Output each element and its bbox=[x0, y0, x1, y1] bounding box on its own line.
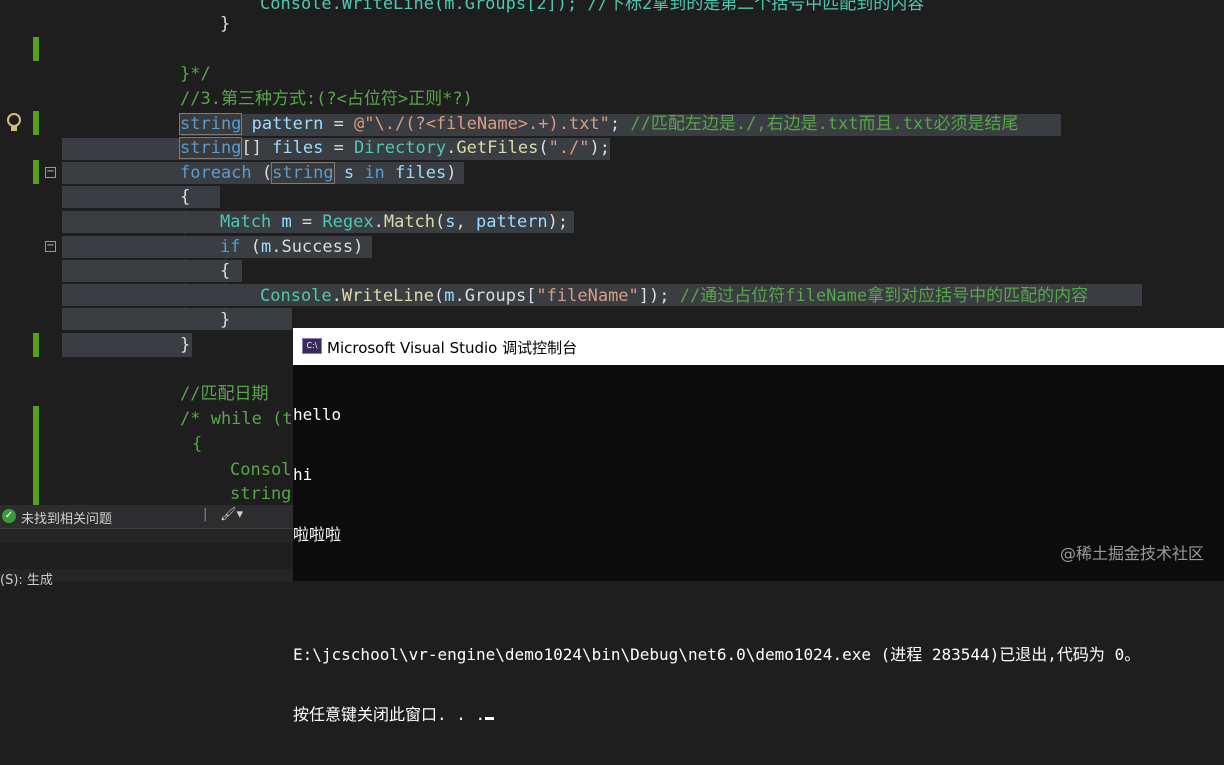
code-comment: //匹配日期 bbox=[180, 384, 269, 404]
code-line: Match m = Regex.Match(s, pattern); bbox=[220, 212, 569, 232]
variable: m bbox=[281, 212, 292, 232]
variable: s bbox=[343, 163, 355, 183]
change-marker bbox=[33, 406, 39, 505]
console-output: hello hi 啦啦啦 E:\jcschool\vr-engine\demo1… bbox=[293, 365, 1224, 765]
code-line: } bbox=[62, 333, 190, 357]
code-text: { bbox=[220, 261, 231, 281]
code-line: { bbox=[62, 432, 202, 456]
code-text: } bbox=[220, 310, 231, 330]
fold-toggle-icon[interactable]: − bbox=[45, 167, 56, 178]
divider: | bbox=[203, 507, 208, 522]
code-comment: //通过占位符fileName拿到对应括号中的匹配的内容 bbox=[669, 286, 1089, 306]
code-text: Console.WriteLine(m.Groups[2]); //下标2拿到的… bbox=[260, 0, 925, 14]
console-line: 按任意键关闭此窗口. . . bbox=[293, 705, 486, 724]
code-line: //3.第三种方式:(?<占位符>正则*?) bbox=[62, 87, 473, 111]
output-panel: (S): 生成 bbox=[0, 528, 293, 588]
code-comment: Consol bbox=[230, 460, 292, 480]
output-source-label[interactable]: (S): 生成 bbox=[0, 569, 53, 588]
code-line: //匹配日期 bbox=[62, 382, 268, 406]
code-text: } bbox=[220, 14, 231, 34]
console-title: Microsoft Visual Studio 调试控制台 bbox=[327, 339, 578, 357]
code-line: string bbox=[62, 482, 291, 505]
method-name: WriteLine bbox=[341, 286, 435, 306]
keyword: string bbox=[178, 113, 243, 135]
string-literal: @"\./(?<fileName>.+).txt" bbox=[354, 114, 610, 134]
keyword: in bbox=[364, 163, 385, 183]
issues-status-text[interactable]: 未找到相关问题 bbox=[21, 508, 112, 527]
class-name: Regex bbox=[322, 212, 374, 232]
code-line: Console.WriteLine(m.Groups["fileName"]);… bbox=[260, 286, 1089, 306]
editor-gutter: − − bbox=[0, 0, 62, 505]
code-line: } bbox=[62, 308, 230, 332]
string-literal: "fileName" bbox=[536, 286, 639, 306]
text-cursor bbox=[485, 717, 495, 720]
code-line: { bbox=[62, 259, 230, 283]
check-circle-icon: ✓ bbox=[2, 509, 16, 523]
variable: files bbox=[272, 138, 324, 158]
change-marker bbox=[33, 160, 39, 184]
keyword: foreach bbox=[180, 163, 252, 183]
code-line: /* while (t bbox=[62, 407, 293, 431]
class-name: Directory bbox=[354, 138, 447, 158]
type-name: Match bbox=[220, 212, 272, 232]
change-marker bbox=[33, 333, 39, 357]
code-line: string pattern = @"\./(?<fileName>.+).tx… bbox=[178, 113, 1019, 135]
fold-toggle-icon[interactable]: − bbox=[45, 241, 56, 252]
code-comment: string bbox=[230, 484, 292, 504]
lightbulb-icon[interactable] bbox=[5, 111, 23, 135]
output-strip bbox=[0, 543, 293, 569]
console-title-bar[interactable]: C:\ Microsoft Visual Studio 调试控制台 bbox=[293, 328, 1224, 365]
method-name: Match bbox=[383, 212, 436, 232]
string-literal: "./" bbox=[548, 138, 590, 158]
code-comment: /* while (t bbox=[180, 409, 293, 429]
variable: pattern bbox=[476, 212, 548, 232]
code-line: Consol bbox=[62, 458, 291, 482]
method-name: GetFiles bbox=[456, 138, 539, 158]
class-name: Console bbox=[260, 286, 332, 306]
code-comment: //匹配左边是./,右边是.txt而且.txt必须是结尾 bbox=[620, 114, 1019, 134]
keyword: string bbox=[271, 162, 335, 184]
console-app-icon: C:\ bbox=[302, 338, 322, 354]
code-text: { bbox=[180, 187, 191, 207]
code-comment: { bbox=[192, 434, 203, 454]
code-line: { bbox=[62, 185, 190, 209]
console-line: hello bbox=[293, 405, 342, 424]
console-line-prompt: 按任意键关闭此窗口. . . bbox=[293, 705, 1224, 725]
brush-icon[interactable]: 🖌▾ bbox=[220, 507, 243, 522]
console-line: E:\jcschool\vr-engine\demo1024\bin\Debug… bbox=[293, 645, 1141, 664]
change-marker bbox=[33, 111, 39, 135]
code-line: if (m.Success) bbox=[220, 237, 364, 257]
code-line: } bbox=[62, 12, 230, 36]
variable: files bbox=[395, 163, 447, 183]
code-line: string[] files = Directory.GetFiles("./"… bbox=[178, 137, 610, 159]
code-text: } bbox=[180, 335, 191, 355]
change-marker bbox=[33, 37, 39, 61]
watermark: @稀土掘金技术社区 bbox=[1059, 544, 1204, 563]
variable: pattern bbox=[251, 114, 324, 134]
keyword: if bbox=[220, 237, 241, 257]
variable: s bbox=[445, 212, 456, 232]
code-line: }*/ bbox=[62, 62, 211, 86]
code-comment: }*/ bbox=[180, 64, 211, 84]
keyword: string bbox=[178, 137, 243, 159]
variable: m bbox=[260, 237, 272, 257]
code-line: foreach (string s in files) bbox=[180, 162, 457, 184]
variable: m bbox=[444, 286, 455, 306]
code-comment: //3.第三种方式:(?<占位符>正则*?) bbox=[180, 89, 473, 109]
console-line: hi bbox=[293, 465, 313, 484]
